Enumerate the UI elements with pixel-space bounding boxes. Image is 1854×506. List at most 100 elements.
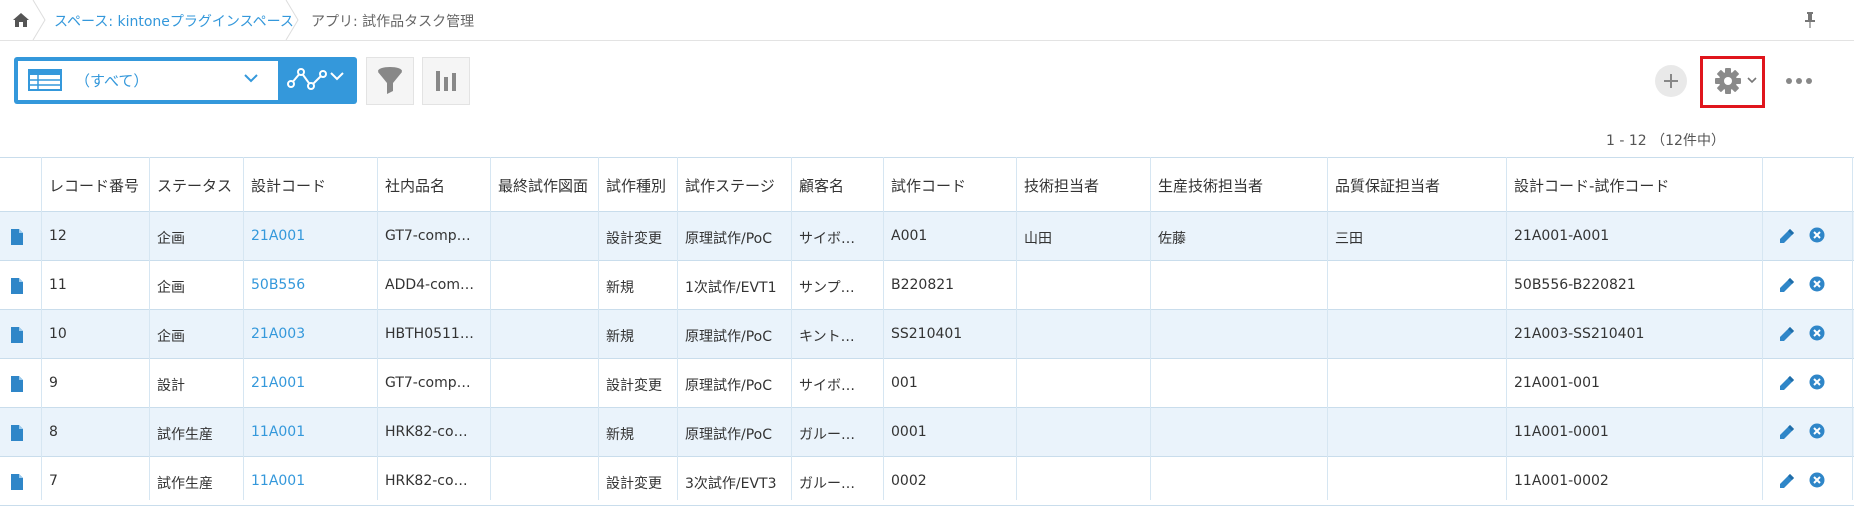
table-cell: HRK82-co… [385, 473, 468, 489]
design-code-link[interactable]: 21A001 [251, 375, 305, 391]
table-cell: 原理試作/PoC [685, 231, 773, 247]
pencil-icon[interactable] [1779, 228, 1795, 244]
view-dropdown[interactable]: （すべて） [18, 61, 278, 100]
filter-button[interactable] [366, 57, 414, 105]
pencil-icon[interactable] [1779, 424, 1795, 440]
table-cell: 0002 [891, 473, 927, 489]
table-cell: 11A001-0002 [1514, 473, 1609, 489]
table-cell: HRK82-co… [385, 424, 468, 440]
pencil-icon[interactable] [1779, 375, 1795, 391]
column-divider [149, 157, 150, 500]
document-icon[interactable] [10, 327, 24, 343]
design-code-link[interactable]: 21A003 [251, 326, 305, 342]
breadcrumb-separator [285, 0, 299, 40]
document-icon[interactable] [10, 376, 24, 392]
column-header[interactable]: 試作種別 [606, 175, 666, 196]
table-cell: サイボ… [799, 231, 855, 247]
table-row[interactable]: 11 企画 50B556 ADD4-com… 新規 1次試作/EVT1 サンプ… B22082… [0, 261, 1854, 310]
column-header[interactable]: 試作コード [891, 175, 966, 196]
document-icon[interactable] [10, 278, 24, 294]
more-icon[interactable] [1785, 69, 1813, 93]
column-divider [490, 157, 491, 500]
record-table: 12 企画 21A001 GT7-comp… 設計変更 原理試作/PoC サイボ… A001 山… [0, 157, 1854, 506]
table-cell: 佐藤 [1158, 231, 1186, 247]
column-divider [791, 157, 792, 500]
column-divider [377, 157, 378, 500]
document-icon[interactable] [10, 229, 24, 245]
view-selector[interactable]: （すべて） [14, 57, 357, 104]
row-divider [0, 407, 1854, 408]
table-cell: 山田 [1024, 231, 1052, 247]
table-cell: 3次試作/EVT3 [685, 476, 777, 492]
table-view-icon [28, 69, 62, 91]
add-record-button[interactable] [1655, 65, 1687, 97]
column-header[interactable]: 試作ステージ [685, 175, 775, 196]
table-cell: 50B556-B220821 [1514, 277, 1636, 293]
table-cell: 三田 [1335, 231, 1363, 247]
close-circle-icon[interactable] [1809, 472, 1825, 488]
chevron-down-icon [244, 74, 258, 83]
table-cell: サンプ… [799, 280, 855, 296]
table-row[interactable]: 8 試作生産 11A001 HRK82-co… 新規 原理試作/PoC ガルー… 0001 11… [0, 408, 1854, 457]
column-divider [1327, 157, 1328, 500]
column-header[interactable]: ステータス [157, 175, 232, 196]
document-icon[interactable] [10, 425, 24, 441]
table-cell: 新規 [606, 280, 634, 296]
table-cell: 7 [49, 473, 58, 489]
column-header[interactable]: レコード番号 [49, 175, 139, 196]
column-divider [243, 157, 244, 500]
table-cell: SS210401 [891, 326, 963, 342]
table-cell: 設計変更 [606, 231, 662, 247]
table-cell: 9 [49, 375, 58, 391]
table-cell: 12 [49, 228, 67, 244]
gear-icon[interactable] [1714, 67, 1742, 95]
document-icon[interactable] [10, 474, 24, 490]
column-header[interactable]: 生産技術担当者 [1158, 175, 1263, 196]
close-circle-icon[interactable] [1809, 227, 1825, 243]
breadcrumb-space-link[interactable]: スペース: kintoneプラグインスペース [54, 11, 294, 31]
row-divider [0, 157, 1854, 158]
table-cell: 設計 [157, 378, 185, 394]
pin-icon[interactable] [1798, 8, 1822, 32]
column-divider [1506, 157, 1507, 500]
chevron-down-icon[interactable] [330, 71, 344, 81]
pencil-icon[interactable] [1779, 473, 1795, 489]
close-circle-icon[interactable] [1809, 276, 1825, 292]
design-code-link[interactable]: 50B556 [251, 277, 305, 293]
design-code-link[interactable]: 11A001 [251, 424, 305, 440]
table-cell: 21A001-A001 [1514, 228, 1610, 244]
table-cell: A001 [891, 228, 928, 244]
table-row[interactable]: 12 企画 21A001 GT7-comp… 設計変更 原理試作/PoC サイボ… A001 山… [0, 212, 1854, 261]
column-header[interactable]: 社内品名 [385, 175, 445, 196]
table-row[interactable]: 7 試作生産 11A001 HRK82-co… 設計変更 3次試作/EVT3 ガルー… 000… [0, 457, 1854, 506]
column-header[interactable]: 技術担当者 [1024, 175, 1099, 196]
table-row[interactable]: 9 設計 21A001 GT7-comp… 設計変更 原理試作/PoC サイボ… 001 21A… [0, 359, 1854, 408]
column-header[interactable]: 品質保証担当者 [1335, 175, 1440, 196]
chart-button[interactable] [422, 57, 470, 105]
graph-icon[interactable] [287, 66, 327, 94]
close-circle-icon[interactable] [1809, 423, 1825, 439]
table-cell: 10 [49, 326, 67, 342]
column-divider [1150, 157, 1151, 500]
table-cell: 原理試作/PoC [685, 329, 773, 345]
column-divider [598, 157, 599, 500]
table-row[interactable]: 10 企画 21A003 HBTH0511… 新規 原理試作/PoC キント… SS21040… [0, 310, 1854, 359]
pencil-icon[interactable] [1779, 277, 1795, 293]
column-divider [41, 157, 42, 500]
column-divider [883, 157, 884, 500]
chevron-down-icon[interactable] [1747, 76, 1757, 84]
table-cell: 21A003-SS210401 [1514, 326, 1645, 342]
row-divider [0, 211, 1854, 212]
table-cell: ガルー… [799, 427, 855, 443]
column-header[interactable]: 設計コード [251, 175, 326, 196]
column-header[interactable]: 最終試作図面 [498, 175, 588, 196]
column-header[interactable]: 顧客名 [799, 175, 844, 196]
table-cell: ガルー… [799, 476, 855, 492]
close-circle-icon[interactable] [1809, 325, 1825, 341]
close-circle-icon[interactable] [1809, 374, 1825, 390]
column-header[interactable]: 設計コード-試作コード [1514, 175, 1669, 196]
design-code-link[interactable]: 11A001 [251, 473, 305, 489]
pencil-icon[interactable] [1779, 326, 1795, 342]
design-code-link[interactable]: 21A001 [251, 228, 305, 244]
breadcrumb-app-label: アプリ: 試作品タスク管理 [311, 14, 475, 30]
